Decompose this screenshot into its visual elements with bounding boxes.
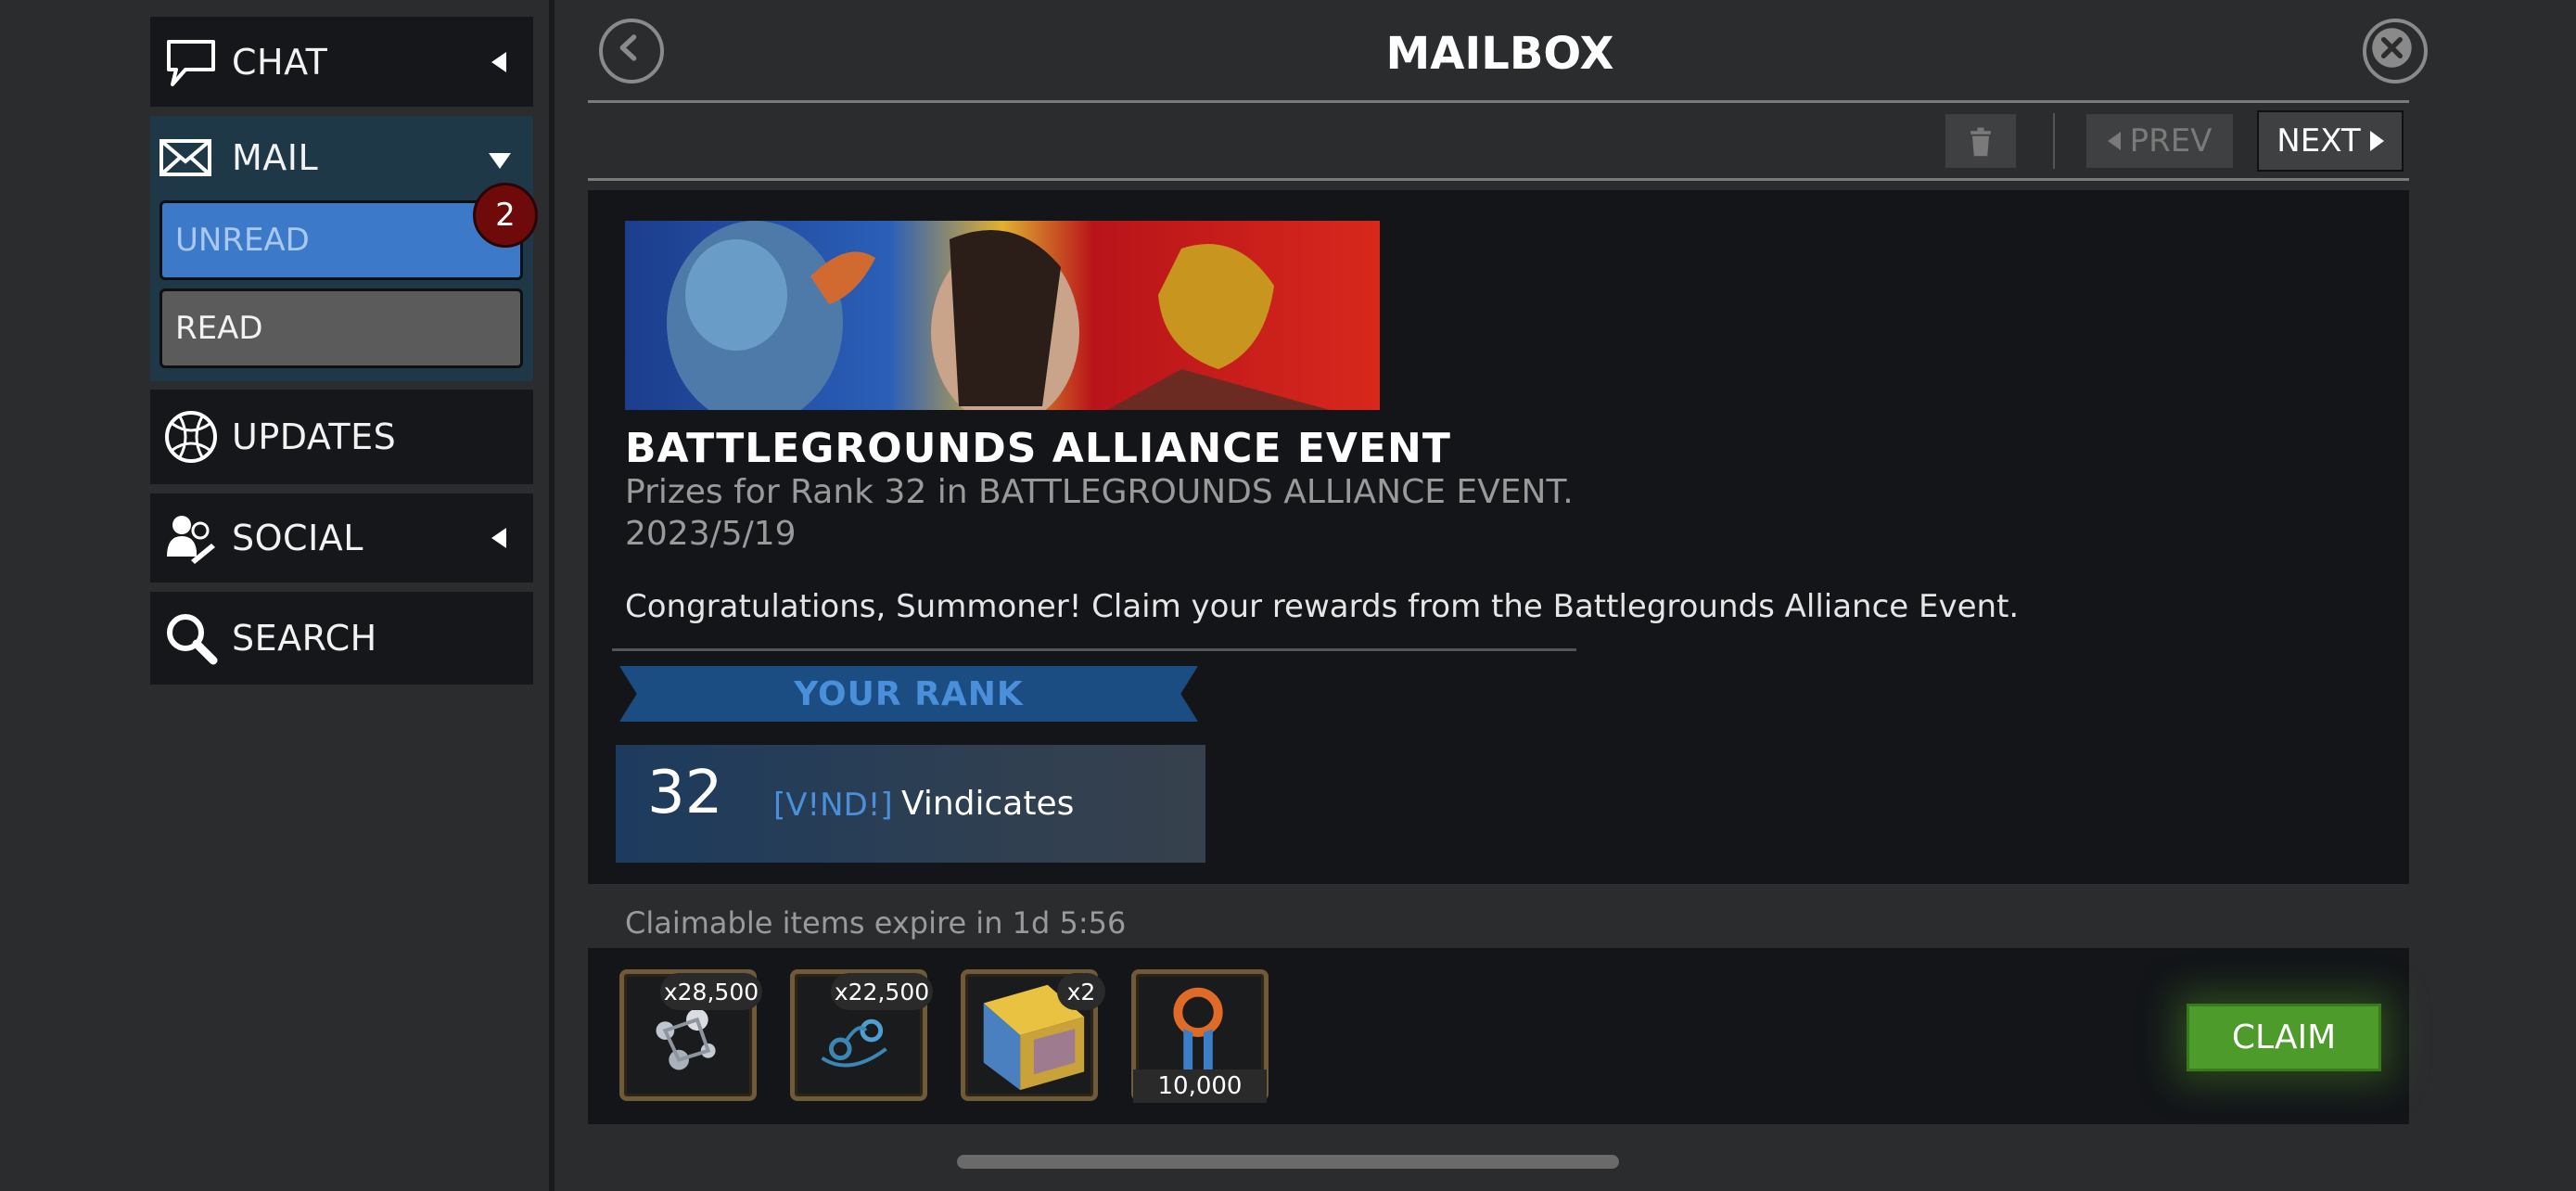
- chat-bubble-icon: [167, 39, 215, 86]
- close-button[interactable]: [2363, 19, 2428, 83]
- mail-label: MAIL: [232, 137, 319, 178]
- prev-button[interactable]: PREV: [2085, 112, 2235, 170]
- delete-button[interactable]: [1944, 112, 2018, 170]
- event-banner-image: [625, 221, 1380, 410]
- caret-left-icon: [491, 528, 506, 548]
- search-icon: [167, 614, 218, 665]
- mail-read-button[interactable]: READ: [159, 288, 523, 368]
- toolbar-divider: [588, 178, 2409, 181]
- alliance-tag: [V!ND!]: [773, 787, 893, 824]
- reward-quantity: 10,000: [1133, 1069, 1267, 1103]
- close-icon: [2372, 28, 2412, 68]
- event-banner-art: [625, 221, 1380, 410]
- chat-label: CHAT: [232, 41, 328, 83]
- sidebar-item-social[interactable]: SOCIAL: [150, 493, 533, 583]
- horizontal-scrollbar[interactable]: [957, 1155, 1619, 1169]
- caret-left-icon: [491, 52, 506, 72]
- next-button[interactable]: NEXT: [2257, 110, 2404, 172]
- unread-label: UNREAD: [175, 222, 310, 259]
- mail-unread-button[interactable]: UNREAD: [159, 200, 523, 280]
- sidebar-divider: [549, 0, 555, 1191]
- caret-left-icon: [2107, 132, 2121, 150]
- mail-body: Congratulations, Summoner! Claim your re…: [625, 588, 2020, 625]
- your-rank-header: YOUR RANK: [619, 666, 1198, 722]
- read-label: READ: [175, 310, 263, 347]
- unread-count: 2: [495, 197, 516, 234]
- globe-icon: [165, 411, 217, 463]
- trash-icon: [1970, 127, 1991, 157]
- envelope-icon: [159, 139, 211, 176]
- expire-timer: Claimable items expire in 1d 5:56: [625, 905, 1127, 941]
- sidebar-item-updates[interactable]: UPDATES: [150, 390, 533, 484]
- body-divider: [612, 648, 1576, 651]
- search-label: SEARCH: [232, 618, 377, 659]
- page-title: MAILBOX: [1385, 28, 1614, 80]
- next-label: NEXT: [2276, 122, 2361, 160]
- mail-date: 2023/5/19: [625, 515, 797, 553]
- toolbar-separator: [2053, 113, 2055, 169]
- caret-down-icon: [489, 153, 511, 169]
- claim-label: CLAIM: [2231, 1018, 2337, 1057]
- reward-quantity: x2: [1057, 973, 1105, 1010]
- social-label: SOCIAL: [232, 518, 363, 558]
- back-button[interactable]: [599, 19, 664, 83]
- chevron-left-icon: [619, 34, 637, 61]
- sidebar-item-mail[interactable]: MAIL: [150, 116, 533, 199]
- reward-quantity: x28,500: [660, 973, 762, 1010]
- sidebar-item-chat[interactable]: CHAT: [150, 17, 533, 107]
- mail-title: BATTLEGROUNDS ALLIANCE EVENT: [625, 425, 1451, 472]
- claim-button[interactable]: CLAIM: [2187, 1004, 2381, 1071]
- your-rank-label: YOUR RANK: [794, 674, 1024, 713]
- header-divider: [588, 100, 2409, 103]
- mail-subtitle: Prizes for Rank 32 in BATTLEGROUNDS ALLI…: [625, 473, 1574, 511]
- updates-label: UPDATES: [232, 416, 397, 457]
- people-icon: [167, 516, 215, 564]
- sidebar-item-search[interactable]: SEARCH: [150, 592, 533, 685]
- rank-number: 32: [647, 759, 723, 827]
- prev-label: PREV: [2129, 122, 2213, 160]
- reward-quantity: x22,500: [831, 973, 933, 1010]
- alliance-name: Vindicates: [901, 785, 1075, 823]
- unread-count-badge: 2: [473, 183, 538, 248]
- caret-right-icon: [2369, 131, 2384, 151]
